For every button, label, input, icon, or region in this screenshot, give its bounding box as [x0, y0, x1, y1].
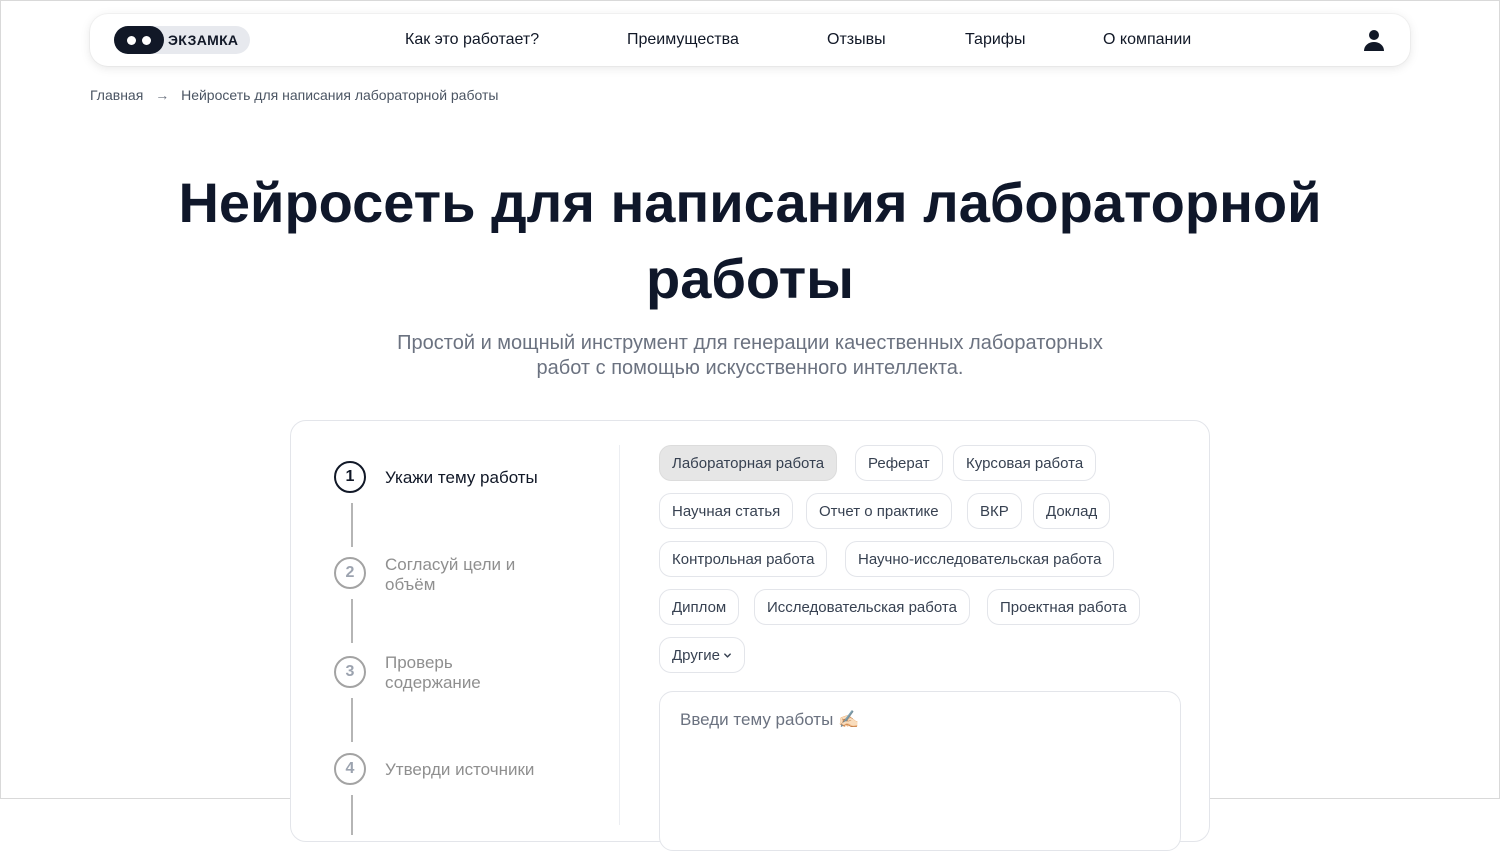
- step-connector: [351, 698, 353, 742]
- panel-divider: [619, 445, 620, 825]
- step-connector: [351, 503, 353, 547]
- step-1-label: Укажи тему работы: [385, 468, 538, 487]
- chip-scientific-article[interactable]: Научная статья: [659, 493, 794, 529]
- breadcrumb-home[interactable]: Главная: [90, 87, 143, 103]
- page-subtitle-line-1: Простой и мощный инструмент для генераци…: [397, 332, 1103, 354]
- page-subtitle: Простой и мощный инструмент для генераци…: [340, 331, 1160, 381]
- chip-lab-work[interactable]: Лабораторная работа: [659, 445, 838, 481]
- step-1-number: 1: [334, 461, 366, 493]
- chip-practice-report[interactable]: Отчет о практике: [806, 493, 952, 529]
- step-4-label: Утверди источники: [385, 760, 535, 779]
- chip-vkr[interactable]: ВКР: [967, 493, 1022, 529]
- step-4-number: 4: [334, 753, 366, 785]
- nav-how-it-works[interactable]: Как это работает?: [405, 31, 539, 49]
- page-subtitle-line-2: работ с помощью искусственного интеллект…: [536, 357, 964, 379]
- generator-card: 1 Укажи тему работы 2 Согласуй цели и об…: [290, 420, 1210, 851]
- page-title-line-2: работы: [645, 247, 854, 310]
- page-title-line-1: Нейросеть для написания лабораторной: [178, 171, 1322, 234]
- chip-coursework[interactable]: Курсовая работа: [953, 445, 1097, 481]
- step-2-number: 2: [334, 557, 366, 589]
- breadcrumb-separator: →: [155, 87, 170, 103]
- chip-report[interactable]: Доклад: [1033, 493, 1111, 529]
- step-2-label: Согласуй цели и объём: [385, 555, 516, 594]
- top-navigation-bar: ЭКЗАМКА Как это работает? Преимущества О…: [90, 14, 1410, 66]
- chip-control-work[interactable]: Контрольная работа: [659, 541, 828, 577]
- page-title: Нейросеть для написания лабораторной раб…: [90, 165, 1410, 317]
- nav-advantages[interactable]: Преимущества: [627, 31, 739, 49]
- step-3-number: 3: [334, 656, 366, 688]
- chip-diploma[interactable]: Диплом: [659, 589, 740, 625]
- chip-research-work[interactable]: Исследовательская работа: [754, 589, 970, 625]
- breadcrumb-current: Нейросеть для написания лабораторной раб…: [181, 87, 499, 103]
- topic-input-box: [659, 691, 1181, 851]
- chip-research-science-work[interactable]: Научно-исследовательская работа: [845, 541, 1115, 577]
- chip-others-label: Другие: [672, 646, 721, 664]
- chip-others[interactable]: Другие: [659, 637, 746, 673]
- main-nav: Как это работает? Преимущества Отзывы Та…: [90, 14, 1410, 66]
- nav-reviews[interactable]: Отзывы: [827, 31, 886, 49]
- chevron-down-icon: [724, 652, 731, 658]
- step-3-label: Проверь содержание: [385, 653, 481, 692]
- nav-about[interactable]: О компании: [1103, 31, 1191, 49]
- step-connector: [351, 795, 353, 835]
- topic-input[interactable]: [660, 692, 1180, 850]
- step-connector: [351, 599, 353, 643]
- steps-panel: 1 Укажи тему работы 2 Согласуй цели и об…: [291, 421, 619, 841]
- nav-pricing[interactable]: Тарифы: [965, 31, 1025, 49]
- user-icon[interactable]: [1362, 28, 1386, 52]
- breadcrumb: Главная → Нейросеть для написания лабора…: [90, 87, 498, 103]
- chip-essay[interactable]: Реферат: [855, 445, 943, 481]
- chip-project-work[interactable]: Проектная работа: [987, 589, 1140, 625]
